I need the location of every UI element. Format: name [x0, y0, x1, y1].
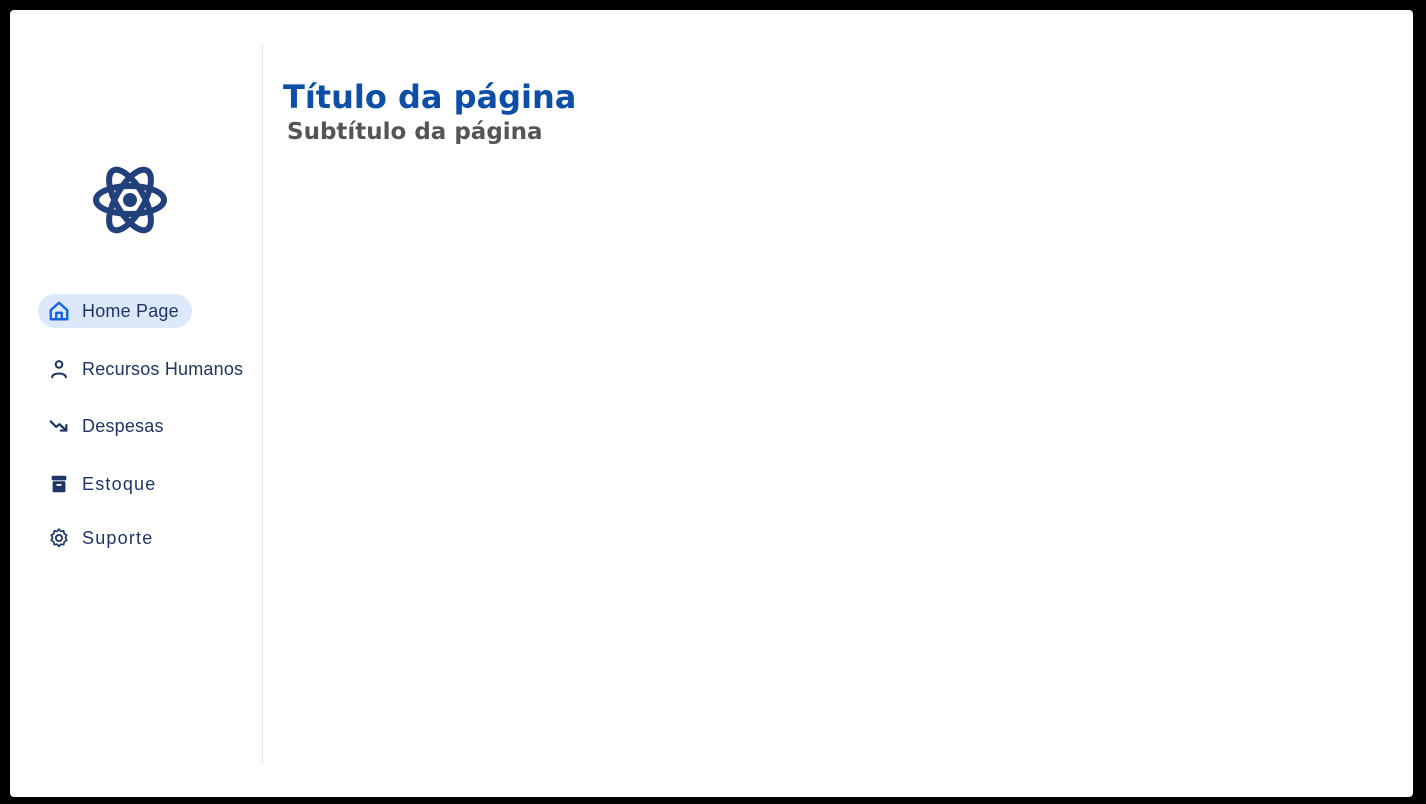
- page-subtitle: Subtítulo da página: [287, 119, 543, 145]
- sidebar-item-suporte[interactable]: Suporte: [38, 521, 262, 555]
- sidebar-item-label: Suporte: [82, 527, 154, 548]
- sidebar-item-label: Recursos Humanos: [82, 358, 244, 379]
- trending-down-icon: [48, 415, 70, 437]
- sidebar: Home Page Recursos Humanos Despesas Esto…: [10, 44, 263, 764]
- archive-box-icon: [48, 473, 70, 495]
- page-title: Título da página: [283, 78, 577, 116]
- home-icon: [48, 300, 70, 322]
- app-window: Home Page Recursos Humanos Despesas Esto…: [10, 10, 1413, 797]
- sidebar-item-label: Home Page: [82, 300, 179, 321]
- logo: [92, 164, 168, 236]
- sidebar-item-recursos-humanos[interactable]: Recursos Humanos: [38, 352, 262, 386]
- sidebar-item-estoque[interactable]: Estoque: [38, 467, 262, 501]
- sidebar-item-despesas[interactable]: Despesas: [38, 409, 262, 443]
- sidebar-item-home-page[interactable]: Home Page: [38, 294, 192, 328]
- user-icon: [48, 358, 70, 380]
- sidebar-item-label: Despesas: [82, 415, 164, 436]
- main-content: Título da página Subtítulo da página: [263, 10, 1413, 797]
- atom-icon: [93, 166, 167, 234]
- sidebar-nav: Home Page Recursos Humanos Despesas Esto…: [38, 294, 262, 579]
- sidebar-item-label: Estoque: [82, 473, 157, 494]
- gear-icon: [48, 527, 70, 549]
